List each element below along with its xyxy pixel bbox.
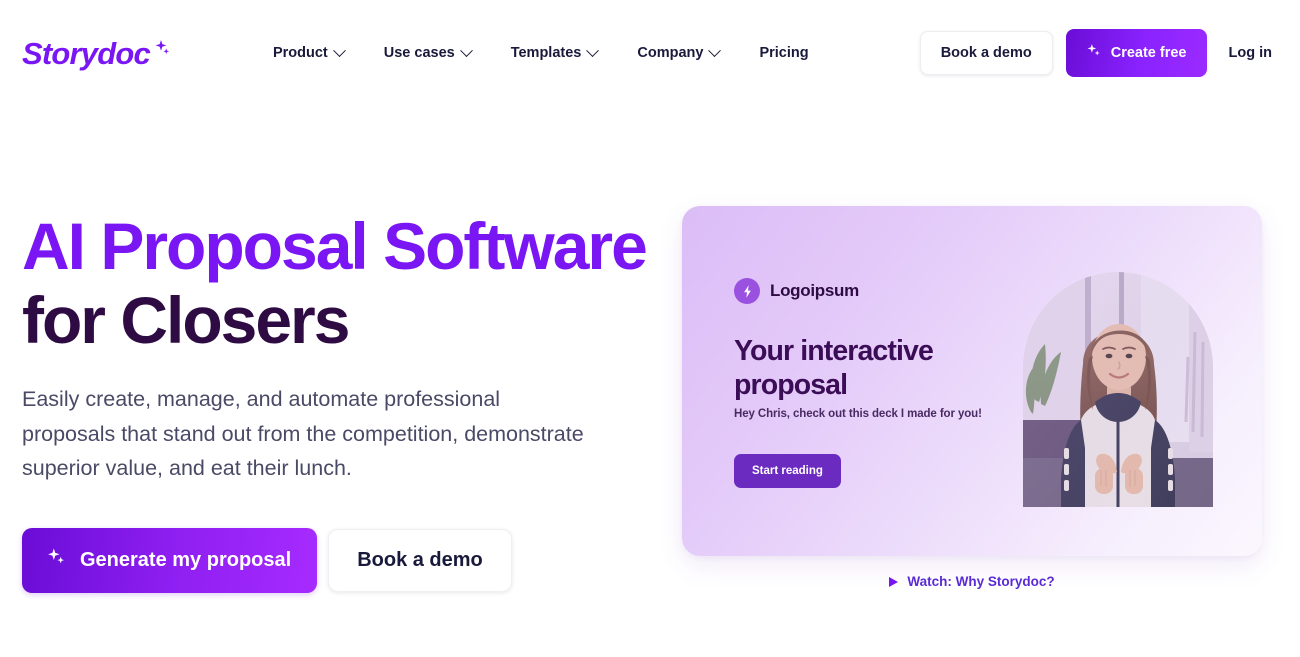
top-navbar: Storydoc Product Use cases Templates Com…	[0, 0, 1300, 106]
chevron-down-icon	[459, 43, 473, 57]
nav-item-label: Product	[272, 45, 328, 61]
nav-item-label: Templates	[510, 45, 582, 61]
sparkles-icon	[149, 38, 170, 68]
chevron-down-icon	[708, 43, 722, 57]
sparkles-icon	[46, 547, 67, 574]
hero-preview: Logoipsum Your interactive proposal Hey …	[682, 106, 1262, 589]
deck-photo	[1023, 272, 1213, 507]
nav-item-product[interactable]: Product	[253, 35, 364, 71]
nav-item-templates[interactable]: Templates	[491, 35, 618, 71]
hero-title-line-1: AI Proposal Software	[22, 209, 648, 283]
nav-item-label: Use cases	[383, 45, 455, 61]
nav-item-label: Company	[637, 45, 704, 61]
hero-cta-group: Generate my proposal Book a demo	[22, 528, 682, 594]
deck-subtitle: Hey Chris, check out this deck I made fo…	[734, 408, 982, 420]
nav-item-use-cases[interactable]: Use cases	[364, 35, 491, 71]
hero-section: AI Proposal Software for Closers Easily …	[0, 106, 1300, 594]
hero-subtitle: Easily create, manage, and automate prof…	[22, 386, 584, 481]
start-reading-button[interactable]: Start reading	[734, 454, 841, 488]
deck-logo: Logoipsum	[734, 278, 859, 304]
primary-nav: Product Use cases Templates Company Pric…	[253, 35, 829, 71]
nav-actions: Book a demo Create free Log in	[919, 29, 1277, 77]
nav-item-pricing[interactable]: Pricing	[739, 35, 828, 71]
lightning-bolt-icon	[734, 278, 760, 304]
deck-title: Your interactive proposal	[734, 335, 934, 402]
sparkles-icon	[1086, 43, 1102, 63]
nav-book-demo-button[interactable]: Book a demo	[919, 31, 1053, 75]
hero-book-demo-button[interactable]: Book a demo	[328, 529, 512, 593]
logo-wordmark: Storydoc	[22, 35, 151, 71]
nav-create-free-button[interactable]: Create free	[1065, 29, 1207, 77]
hero-title-line-2: for Closers	[22, 282, 350, 357]
nav-item-label: Pricing	[759, 45, 809, 61]
watch-why-storydoc-link[interactable]: Watch: Why Storydoc?	[682, 574, 1262, 589]
play-triangle-icon	[889, 576, 899, 587]
nav-item-company[interactable]: Company	[617, 35, 739, 71]
deck-logo-label: Logoipsum	[770, 281, 859, 300]
storydoc-logo[interactable]: Storydoc	[22, 35, 170, 71]
watch-link-label: Watch: Why Storydoc?	[907, 574, 1055, 589]
chevron-down-icon	[332, 43, 346, 57]
page-title: AI Proposal Software for Closers	[22, 209, 682, 358]
nav-login-button[interactable]: Log in	[1225, 35, 1277, 71]
deck-preview-inner: Logoipsum Your interactive proposal Hey …	[682, 206, 1262, 556]
generate-my-proposal-button[interactable]: Generate my proposal	[22, 528, 318, 594]
nav-create-free-label: Create free	[1110, 45, 1187, 61]
hero-copy: AI Proposal Software for Closers Easily …	[22, 106, 682, 594]
chevron-down-icon	[586, 43, 600, 57]
deck-preview-card[interactable]: Logoipsum Your interactive proposal Hey …	[682, 206, 1262, 556]
generate-button-label: Generate my proposal	[80, 549, 292, 572]
